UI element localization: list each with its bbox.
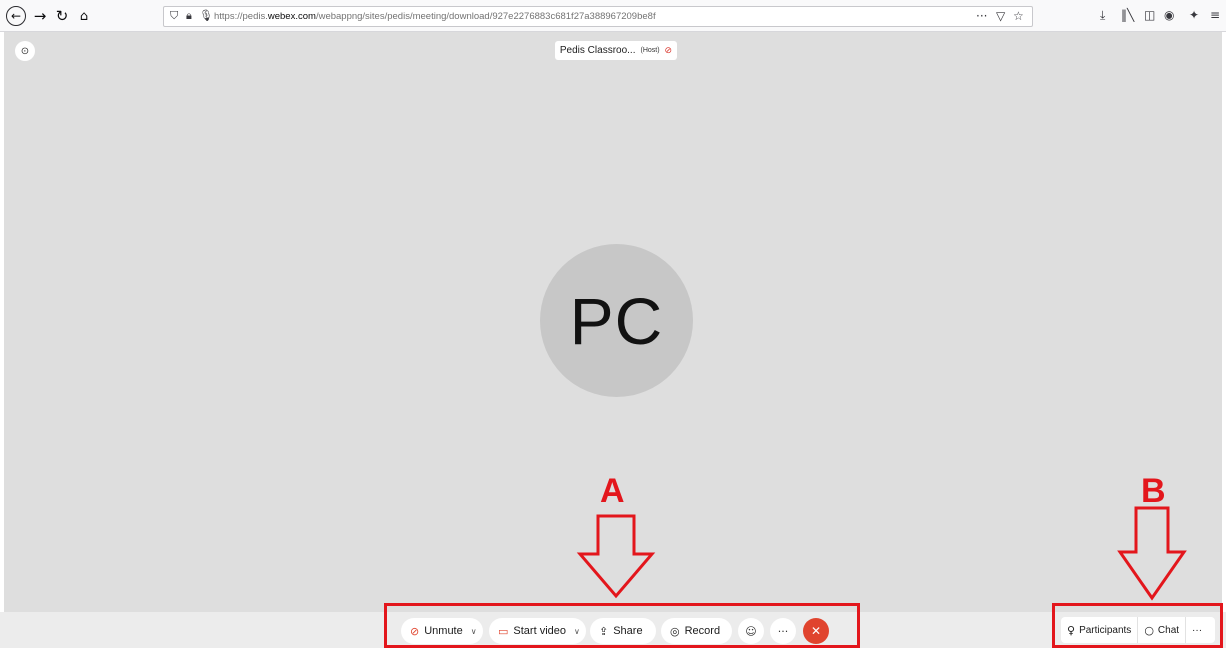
lock-icon[interactable]: 🔒︎ [186, 9, 192, 23]
extension-icon[interactable]: ✦ [1189, 8, 1199, 22]
annotation-label-a: A [600, 472, 625, 510]
home-icon[interactable]: ⌂ [74, 6, 94, 26]
back-icon[interactable]: ← [6, 6, 26, 26]
sidebar-icon[interactable]: ◫ [1144, 8, 1155, 22]
meeting-info-icon[interactable]: ⊙ [15, 41, 35, 61]
annotation-arrow-b [1117, 506, 1187, 601]
page-actions-icon[interactable]: ··· [976, 9, 987, 23]
avatar: PC [540, 244, 693, 397]
menu-icon[interactable]: ≡ [1210, 8, 1220, 22]
annotation-arrow-a [576, 514, 656, 599]
host-label: Pedis Classroo... (Host) ⊘ [555, 41, 677, 60]
reload-icon[interactable]: ↻ [52, 6, 72, 26]
host-role: (Host) [640, 47, 660, 54]
shield-icon[interactable]: ⛉ [170, 9, 178, 23]
forward-icon[interactable]: → [30, 6, 50, 26]
annotation-box-b [1052, 603, 1223, 648]
url-path: /webappng/sites/pedis/meeting/download/9… [315, 11, 656, 22]
library-icon[interactable]: ‖╲ [1121, 8, 1134, 22]
account-icon[interactable]: ◉ [1164, 8, 1174, 22]
download-icon[interactable]: ⤓ [1100, 8, 1105, 23]
annotation-box-a [384, 603, 860, 648]
muted-mic-icon: ⊘ [664, 45, 673, 56]
microphone-icon[interactable]: 🎙︎ [199, 9, 213, 22]
pocket-icon[interactable]: ▽ [996, 9, 1005, 23]
avatar-initials: PC [569, 283, 664, 358]
url-prefix: https://pedis. [214, 11, 268, 22]
url-domain: webex.com [267, 11, 316, 22]
browser-toolbar: ← → ↻ ⌂ ⛉ 🔒︎ 🎙︎ https://pedis.webex.com/… [0, 0, 1226, 32]
host-name: Pedis Classroo... [559, 45, 636, 56]
bookmark-star-icon[interactable]: ☆ [1013, 9, 1024, 23]
screen: ← → ↻ ⌂ ⛉ 🔒︎ 🎙︎ https://pedis.webex.com/… [0, 0, 1226, 648]
address-bar[interactable]: ⛉ 🔒︎ 🎙︎ https://pedis.webex.com/webappng… [163, 6, 1033, 27]
url-text[interactable]: https://pedis.webex.com/webappng/sites/p… [214, 11, 656, 22]
